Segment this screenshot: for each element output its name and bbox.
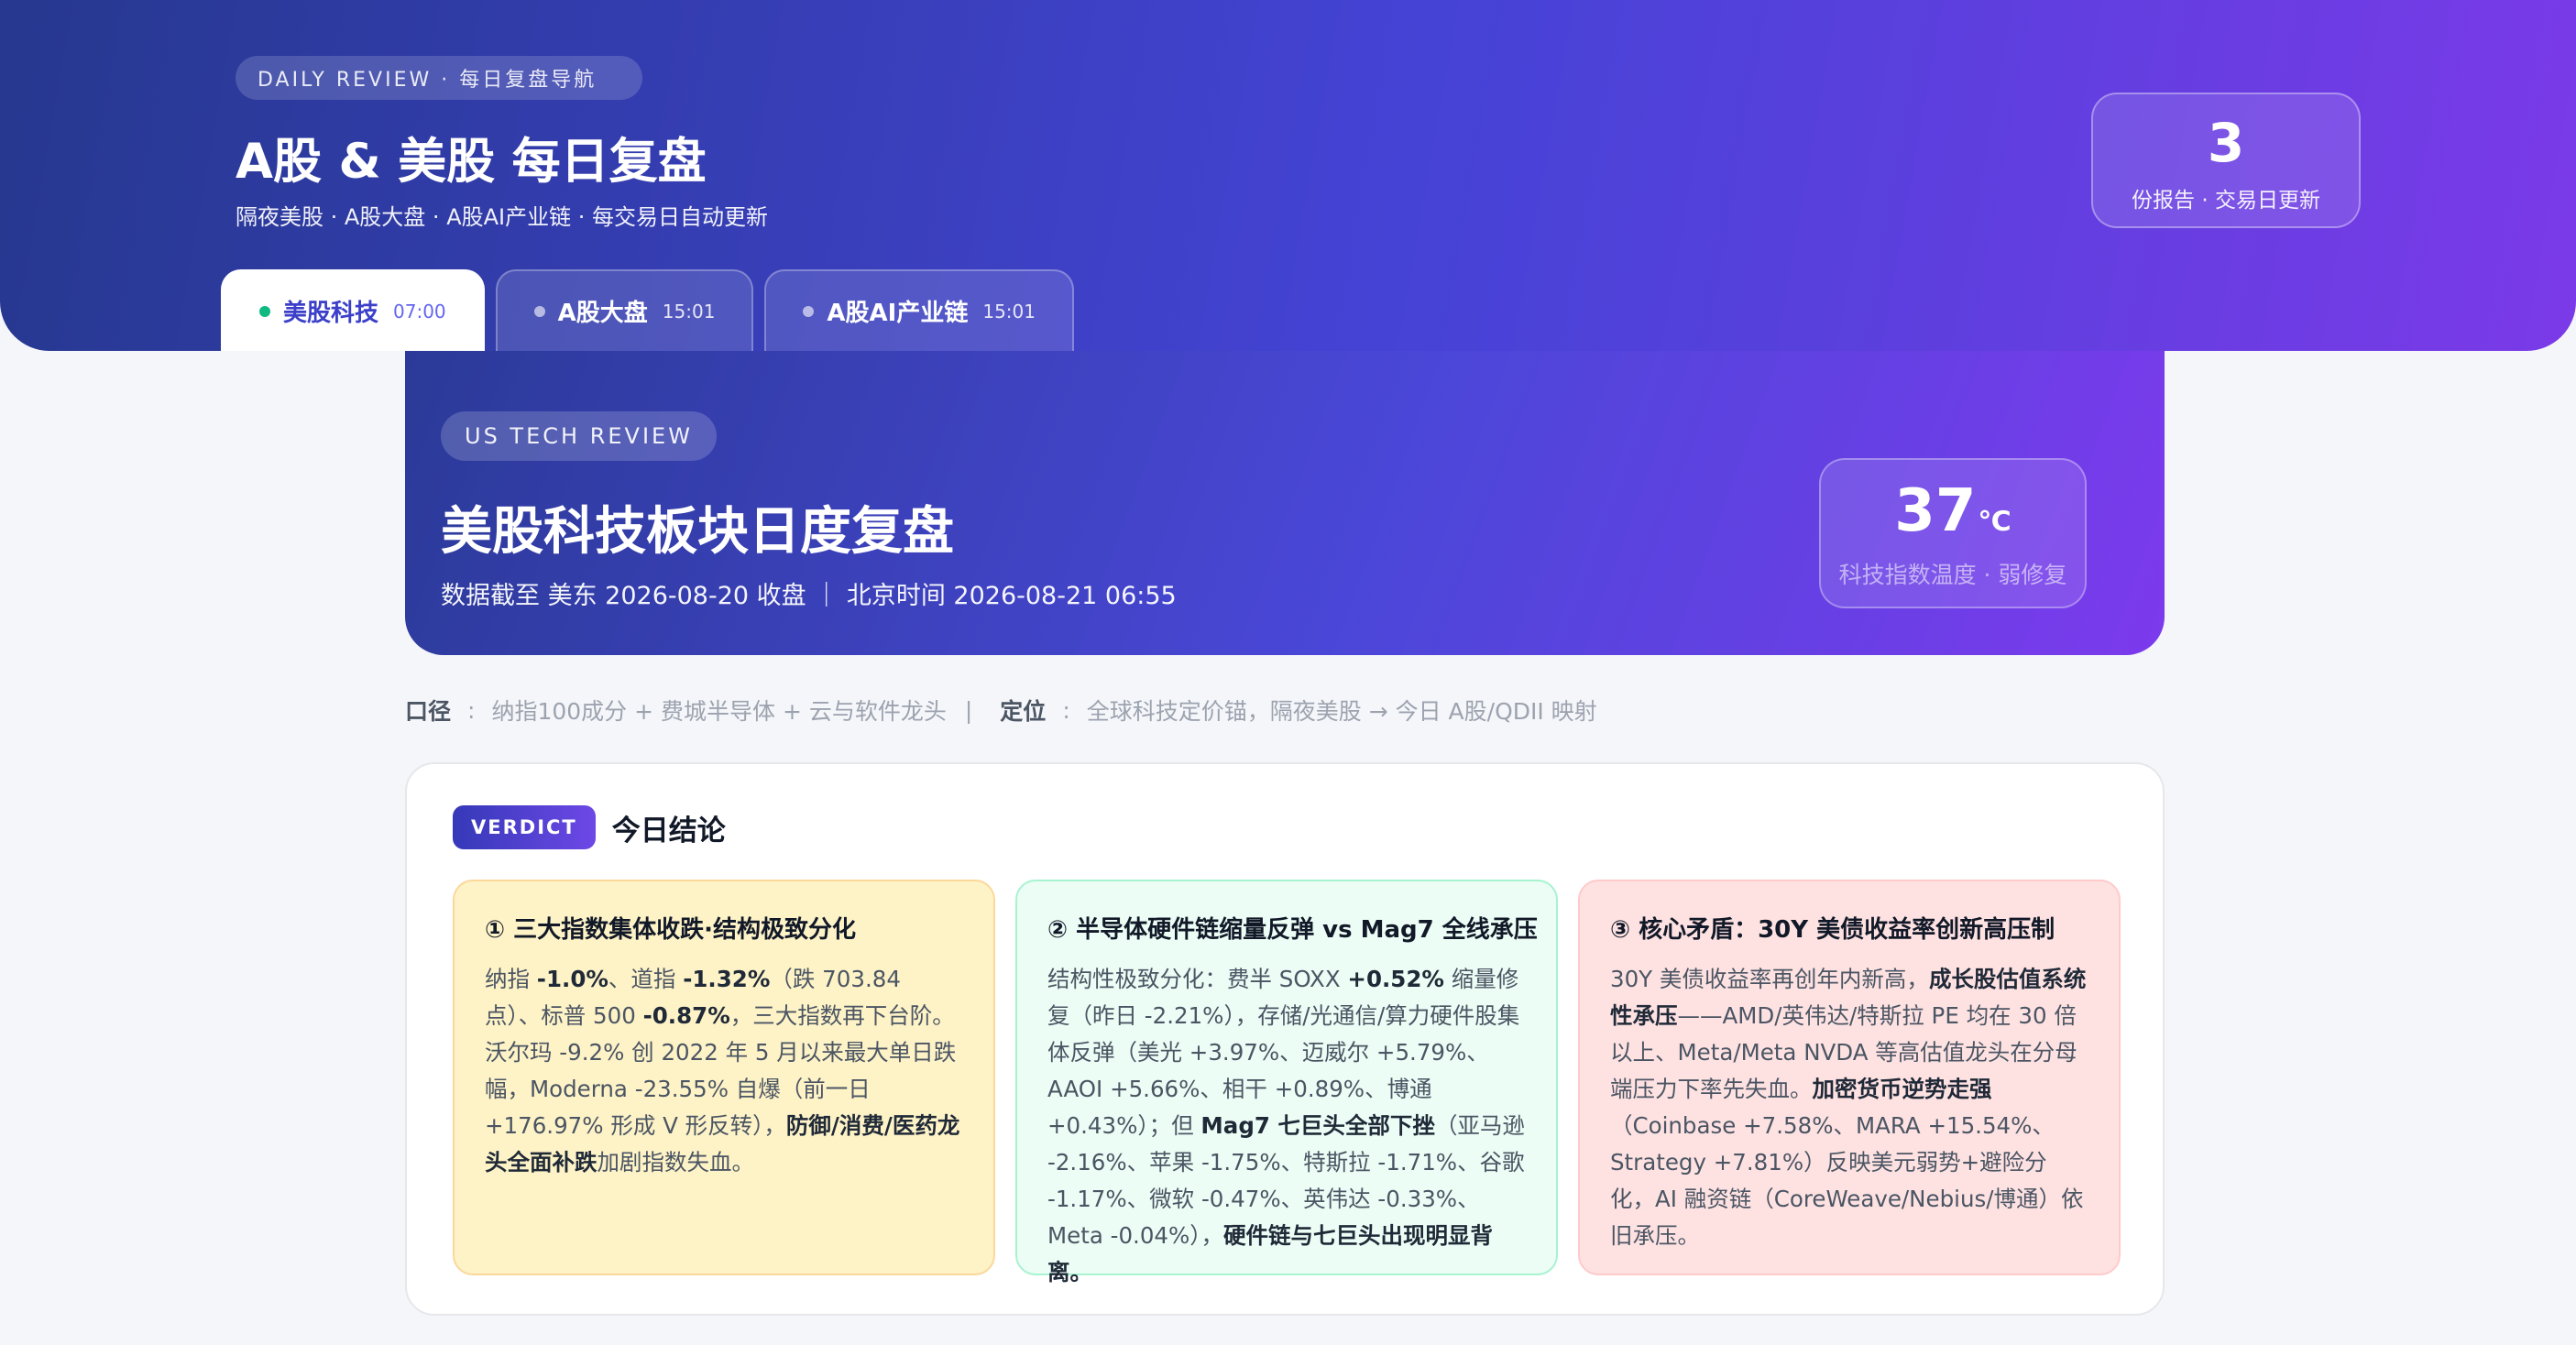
emphasis-text: -1.32%: [683, 966, 771, 992]
verdict-title: 今日结论: [611, 814, 726, 847]
tab-label: A股AI产业链: [827, 300, 969, 327]
verdict-item-heading: ① 三大指数集体收跌·结构极致分化: [485, 916, 856, 944]
hero-eyebrow: US TECH REVIEW: [441, 411, 717, 461]
emphasis-text: 加密货币逆势走强: [1812, 1076, 1992, 1102]
emphasis-text: +0.52%: [1347, 966, 1444, 992]
site-header: DAILY REVIEW · 每日复盘导航 A股 & 美股 每日复盘 隔夜美股 …: [0, 0, 2576, 351]
verdict-item-indices: ① 三大指数集体收跌·结构极致分化 纳指 -1.0%、道指 -1.32%（跌 7…: [453, 880, 995, 1275]
header-eyebrow: DAILY REVIEW · 每日复盘导航: [236, 56, 642, 100]
scope-value: 纳指100成分 + 费城半导体 + 云与软件龙头: [491, 698, 947, 725]
temperature-value: 37℃: [1894, 477, 2011, 545]
divider: |: [964, 696, 973, 724]
tab-time: 15:01: [662, 300, 716, 323]
report-count-value: 3: [2207, 112, 2245, 174]
tab-a-share-market[interactable]: A股大盘 15:01: [495, 269, 754, 351]
verdict-badge: VERDICT: [453, 805, 596, 849]
temperature-label: 科技指数温度 · 弱修复: [1838, 562, 2067, 588]
emphasis-text: -0.87%: [642, 1002, 730, 1029]
verdict-item-body: 纳指 -1.0%、道指 -1.32%（跌 703.84 点）、标普 500 -0…: [485, 961, 963, 1181]
tab-time: 15:01: [982, 300, 1036, 323]
page-subtitle: 隔夜美股 · A股大盘 · A股AI产业链 · 每交易日自动更新: [236, 204, 768, 230]
verdict-item-semis: ② 半导体硬件链缩量反弹 vs Mag7 全线承压 结构性极致分化：费半 SOX…: [1015, 880, 1558, 1285]
position-label: 定位: [1000, 698, 1047, 725]
emphasis-text: -1.0%: [536, 966, 608, 992]
verdict-item-heading: ② 半导体硬件链缩量反弹 vs Mag7 全线承压: [1047, 916, 1538, 944]
tab-label: A股大盘: [557, 300, 648, 327]
verdict-item-body: 结构性极致分化：费半 SOXX +0.52% 缩量修复（昨日 -2.21%），存…: [1047, 961, 1526, 1291]
scope-label: 口径: [405, 698, 452, 725]
tab-us-tech[interactable]: 美股科技 07:00: [221, 269, 485, 351]
report-hero: US TECH REVIEW 美股科技板块日度复盘 数据截至 美东 2026-0…: [405, 351, 2165, 655]
scope-line: 口径 : 纳指100成分 + 费城半导体 + 云与软件龙头 | 定位 : 全球科…: [405, 694, 1597, 727]
body-text: 纳指: [485, 966, 537, 992]
tab-a-share-ai-chain[interactable]: A股AI产业链 15:01: [764, 269, 1074, 351]
report-title: 美股科技板块日度复盘: [441, 502, 954, 562]
active-dot-icon: [259, 305, 270, 317]
report-meta: 数据截至 美东 2026-08-20 收盘 ｜ 北京时间 2026-08-21 …: [441, 582, 1177, 610]
report-count-label: 份报告 · 交易日更新: [2132, 189, 2320, 213]
verdict-item-heading: ③ 核心矛盾：30Y 美债收益率创新高压制: [1610, 916, 2055, 944]
tab-label: 美股科技: [283, 300, 379, 327]
page-title: A股 & 美股 每日复盘: [236, 134, 707, 190]
body-text: （Coinbase +7.58%、MARA +15.54%、Strategy +…: [1610, 1112, 2084, 1249]
report-count-card: 3 份报告 · 交易日更新: [2091, 93, 2361, 228]
body-text: 加剧指数失血。: [597, 1149, 755, 1176]
temperature-card: 37℃ 科技指数温度 · 弱修复: [1819, 458, 2087, 608]
emphasis-text: Mag7 七巨头全部下挫: [1200, 1112, 1435, 1139]
verdict-item-body: 30Y 美债收益率再创年内新高，成长股估值系统性承压——AMD/英伟达/特斯拉 …: [1610, 961, 2088, 1254]
report-tabs: 美股科技 07:00 A股大盘 15:01 A股AI产业链 15:01: [221, 269, 1074, 351]
colon: :: [1062, 696, 1070, 724]
body-text: 30Y 美债收益率再创年内新高，: [1610, 966, 1929, 992]
verdict-header: VERDICT 今日结论: [453, 805, 726, 849]
dot-icon: [533, 305, 545, 317]
body-text: 、道指: [608, 966, 684, 992]
dot-icon: [803, 305, 815, 317]
verdict-item-yields: ③ 核心矛盾：30Y 美债收益率创新高压制 30Y 美债收益率再创年内新高，成长…: [1578, 880, 2121, 1275]
colon: :: [467, 696, 476, 724]
verdict-card: VERDICT 今日结论 ① 三大指数集体收跌·结构极致分化 纳指 -1.0%、…: [405, 762, 2165, 1316]
position-value: 全球科技定价锚，隔夜美股 → 今日 A股/QDII 映射: [1086, 698, 1597, 725]
body-text: 结构性极致分化：费半 SOXX: [1047, 966, 1348, 992]
temperature-unit: ℃: [1978, 506, 2011, 538]
tab-time: 07:00: [393, 300, 446, 323]
